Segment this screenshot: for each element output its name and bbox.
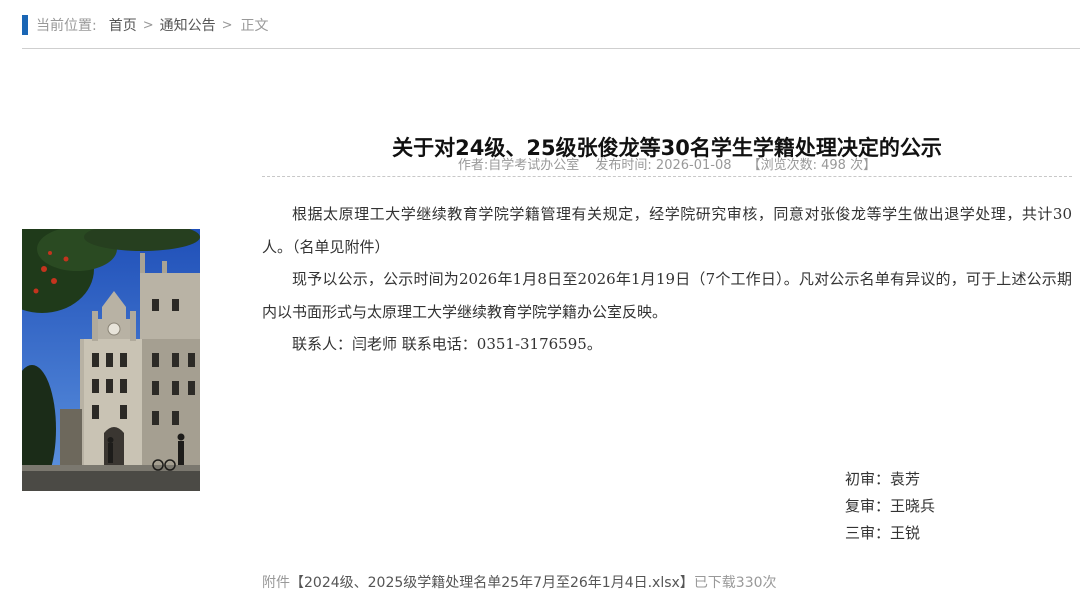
- breadcrumb-marker: [22, 15, 28, 35]
- breadcrumb-separator: >: [221, 17, 233, 33]
- attachment-row: 附件【2024级、2025级学籍处理名单25年7月至26年1月4日.xlsx】已…: [262, 572, 777, 592]
- article-meta: 作者:自学考试办公室 发布时间: 2026-01-08 【浏览次数: 498 次…: [262, 154, 1072, 173]
- campus-building-photo: [22, 229, 200, 491]
- breadcrumb: 当前位置: 首页 > 通知公告 > 正文: [22, 14, 269, 36]
- header-divider: [22, 48, 1080, 49]
- article-view-count: 【浏览次数: 498 次】: [747, 158, 877, 173]
- breadcrumb-current: 正文: [240, 18, 269, 34]
- article-author: 作者:自学考试办公室: [457, 158, 580, 173]
- attachment-download-link[interactable]: 【2024级、2025级学籍处理名单25年7月至26年1月4日.xlsx】: [290, 575, 694, 591]
- article-publish-time: 发布时间: 2026-01-08: [595, 158, 732, 173]
- breadcrumb-separator: >: [142, 17, 154, 33]
- attachment-prefix: 附件: [262, 575, 290, 591]
- article-paragraph: 根据太原理工大学继续教育学院学籍管理有关规定，经学院研究审核，同意对张俊龙等学生…: [262, 205, 1072, 256]
- article-paragraph: 现予以公示，公示时间为2026年1月8日至2026年1月19日（7个工作日）。凡…: [262, 270, 1072, 321]
- breadcrumb-notices-link[interactable]: 通知公告: [160, 15, 216, 35]
- first-reviewer: 初审：袁芳: [845, 470, 921, 488]
- second-reviewer: 复审：王晓兵: [845, 497, 936, 515]
- reviewer-list: 初审：袁芳 复审：王晓兵 三审：王锐: [845, 466, 935, 547]
- breadcrumb-home-link[interactable]: 首页: [109, 15, 137, 35]
- breadcrumb-label: 当前位置:: [36, 18, 97, 34]
- meta-divider: [262, 176, 1072, 177]
- contact-info: 联系人：闫老师 联系电话：0351-3176595。: [292, 335, 602, 353]
- article-body: 根据太原理工大学继续教育学院学籍管理有关规定，经学院研究审核，同意对张俊龙等学生…: [262, 198, 1072, 361]
- attachment-download-count: 已下载330次: [693, 575, 777, 591]
- third-reviewer: 三审：王锐: [845, 524, 921, 542]
